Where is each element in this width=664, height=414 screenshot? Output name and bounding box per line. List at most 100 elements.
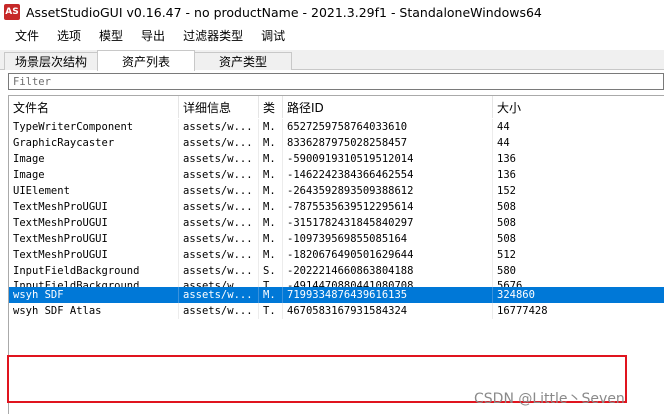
cell-name: InputFieldBackground xyxy=(9,263,179,279)
cell-name: TextMeshProUGUI xyxy=(9,215,179,231)
table-row[interactable]: Image assets/w... M. -5900919310519512014 13… xyxy=(9,151,664,167)
column-header-details[interactable]: 详细信息 xyxy=(179,96,259,118)
cell-size: 44 xyxy=(493,135,664,151)
asset-list-panel: 文件名 详细信息 类 路径ID 大小 TypeWriterComponentas… xyxy=(0,70,664,414)
cell-size: 152 xyxy=(493,183,664,199)
cell-path-id: 6527259758764033610 xyxy=(283,119,493,135)
filter-input[interactable] xyxy=(9,74,663,90)
tab-strip: 场景层次结构 资产列表 资产类型 xyxy=(0,50,664,71)
cell-path-id: 4670583167931584324 xyxy=(283,303,493,319)
cell-class: T. xyxy=(259,279,283,287)
cell-details: assets/w... xyxy=(179,151,259,167)
table-body: TypeWriterComponent assets/w... M. 65272597… xyxy=(9,119,664,319)
cell-path-id: -2643592893509388612 xyxy=(283,183,493,199)
cell-class: M. xyxy=(259,287,283,303)
cell-details: assets/w... xyxy=(179,231,259,247)
title-bar: AS AssetStudioGUI v0.16.47 - no productN… xyxy=(0,0,664,24)
cell-details: assets/w... xyxy=(179,119,259,135)
cell-details: assets/w... xyxy=(179,167,259,183)
app-logo-icon: AS xyxy=(4,4,20,20)
table-row[interactable]: GraphicRaycaster assets/w... M. 83362879750… xyxy=(9,135,664,151)
table-row[interactable]: TypeWriterComponent assets/w... M. 65272597… xyxy=(9,119,664,135)
cell-size: 5676 xyxy=(493,279,664,287)
cell-details: assets/w... xyxy=(179,287,259,303)
cell-size: 508 xyxy=(493,231,664,247)
cell-path-id: -3151782431845840297 xyxy=(283,215,493,231)
table-row[interactable]: Image assets/w... M. -1462242384366462554 13… xyxy=(9,167,664,183)
table-row[interactable]: UIElement assets/w... M. -26435928935093886… xyxy=(9,183,664,199)
menu-bar: 文件 选项 模型 导出 过滤器类型 调试 xyxy=(0,24,664,46)
cell-size: 512 xyxy=(493,247,664,263)
cell-size: 580 xyxy=(493,263,664,279)
watermark: CSDN @Little丶Seven xyxy=(474,391,625,407)
cell-details: assets/w... xyxy=(179,215,259,231)
cell-path-id: 7199334876439616135 xyxy=(283,287,493,303)
cell-class: M. xyxy=(259,135,283,151)
cell-class: M. xyxy=(259,151,283,167)
cell-name: TypeWriterComponent xyxy=(9,119,179,135)
cell-size: 508 xyxy=(493,215,664,231)
cell-details: assets/w... xyxy=(179,263,259,279)
cell-name: Image xyxy=(9,167,179,183)
cell-details: assets/w... xyxy=(179,279,259,287)
cell-name: TextMeshProUGUI xyxy=(9,199,179,215)
cell-size: 508 xyxy=(493,199,664,215)
window-title: AssetStudioGUI v0.16.47 - no productName… xyxy=(26,4,542,20)
menu-export[interactable]: 导出 xyxy=(132,27,174,44)
column-header-class[interactable]: 类 xyxy=(259,96,283,118)
table-row[interactable]: TextMeshProUGUI assets/w... M. -78755356395… xyxy=(9,199,664,215)
table-row[interactable]: TextMeshProUGUI assets/w... M. -18206764905… xyxy=(9,247,664,263)
cell-details: assets/w... xyxy=(179,247,259,263)
table-row[interactable]: TextMeshProUGUI assets/w... M. -31517824318… xyxy=(9,215,664,231)
cell-name: Image xyxy=(9,151,179,167)
cell-details: assets/w... xyxy=(179,303,259,319)
cell-name: TextMeshProUGUI xyxy=(9,247,179,263)
menu-model[interactable]: 模型 xyxy=(90,27,132,44)
cell-path-id: -4914470880441080708 xyxy=(283,279,493,287)
table-header: 文件名 详细信息 类 路径ID 大小 xyxy=(9,96,664,118)
cell-class: M. xyxy=(259,231,283,247)
cell-size: 16777428 xyxy=(493,303,664,319)
cell-path-id: -5900919310519512014 xyxy=(283,151,493,167)
cell-class: M. xyxy=(259,183,283,199)
tab-asset-list[interactable]: 资产列表 xyxy=(97,50,195,71)
cell-path-id: -1462242384366462554 xyxy=(283,167,493,183)
cell-name: wsyh SDF Atlas xyxy=(9,303,179,319)
cell-name: GraphicRaycaster xyxy=(9,135,179,151)
cell-name: wsyh SDF xyxy=(9,287,179,303)
cell-details: assets/w... xyxy=(179,183,259,199)
cell-name: UIElement xyxy=(9,183,179,199)
table-row[interactable]: InputFieldBackground assets/w... T. -491447… xyxy=(9,279,664,287)
cell-path-id: -7875535639512295614 xyxy=(283,199,493,215)
menu-filter-type[interactable]: 过滤器类型 xyxy=(174,27,252,44)
table-row[interactable]: wsyh SDF Atlas assets/w... T. 4670583167931… xyxy=(9,303,664,319)
cell-size: 44 xyxy=(493,119,664,135)
menu-file[interactable]: 文件 xyxy=(6,27,48,44)
column-header-path-id[interactable]: 路径ID xyxy=(283,96,493,118)
table-row[interactable]: InputFieldBackground assets/w... S. -202221… xyxy=(9,263,664,279)
cell-name: TextMeshProUGUI xyxy=(9,231,179,247)
tab-scene-hierarchy[interactable]: 场景层次结构 xyxy=(4,52,98,70)
cell-class: M. xyxy=(259,167,283,183)
column-header-name[interactable]: 文件名 xyxy=(9,96,179,118)
column-header-size[interactable]: 大小 xyxy=(493,96,664,118)
menu-debug[interactable]: 调试 xyxy=(252,27,294,44)
cell-class: M. xyxy=(259,119,283,135)
cell-path-id: -1820676490501629644 xyxy=(283,247,493,263)
cell-details: assets/w... xyxy=(179,199,259,215)
table-row[interactable]: wsyh SDF assets/w... M. 7199334876439616135… xyxy=(9,287,664,303)
table-row[interactable]: TextMeshProUGUI assets/w... M. -10973956985… xyxy=(9,231,664,247)
asset-list-view[interactable]: 文件名 详细信息 类 路径ID 大小 TypeWriterComponent as… xyxy=(8,95,664,414)
tab-asset-types[interactable]: 资产类型 xyxy=(194,52,292,70)
cell-size: 136 xyxy=(493,151,664,167)
cell-class: M. xyxy=(259,215,283,231)
cell-name: InputFieldBackground xyxy=(9,279,179,287)
menu-options[interactable]: 选项 xyxy=(48,27,90,44)
cell-path-id: -2022214660863804188 xyxy=(283,263,493,279)
cell-class: M. xyxy=(259,199,283,215)
cell-path-id: -109739569855085164 xyxy=(283,231,493,247)
filter-box xyxy=(8,73,664,90)
cell-size: 324860 xyxy=(493,287,664,303)
cell-path-id: 8336287975028258457 xyxy=(283,135,493,151)
cell-size: 136 xyxy=(493,167,664,183)
